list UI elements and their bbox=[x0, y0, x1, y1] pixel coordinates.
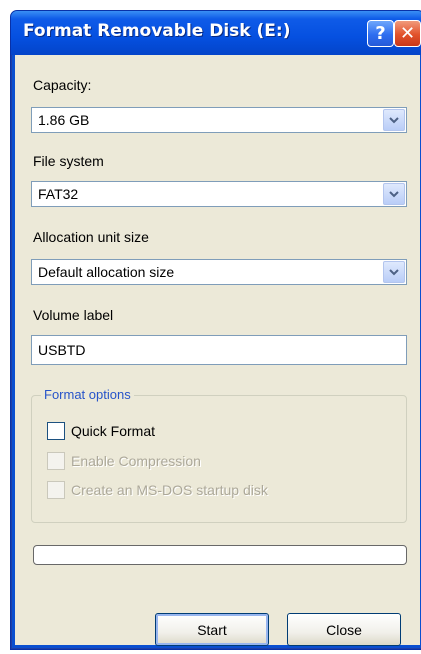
progress-bar bbox=[33, 545, 407, 565]
close-icon: ✕ bbox=[399, 23, 416, 44]
msdos-startup-label: Create an MS-DOS startup disk bbox=[71, 482, 268, 498]
start-button[interactable]: Start bbox=[155, 613, 269, 646]
capacity-value: 1.86 GB bbox=[38, 112, 90, 128]
close-button[interactable]: Close bbox=[287, 613, 401, 646]
chevron-down-icon[interactable] bbox=[383, 183, 405, 205]
window-title: Format Removable Disk (E:) bbox=[23, 21, 291, 41]
title-close-button[interactable]: ✕ bbox=[394, 20, 421, 47]
file-system-dropdown[interactable]: FAT32 bbox=[31, 181, 407, 207]
enable-compression-label: Enable Compression bbox=[71, 453, 201, 469]
msdos-startup-checkbox bbox=[47, 481, 65, 499]
quick-format-checkbox[interactable] bbox=[47, 422, 65, 440]
volume-label-value: USBTD bbox=[38, 342, 86, 358]
allocation-value: Default allocation size bbox=[38, 264, 175, 280]
allocation-dropdown[interactable]: Default allocation size bbox=[31, 259, 407, 285]
format-dialog: Format Removable Disk (E:) ? ✕ Capacity:… bbox=[10, 10, 421, 650]
file-system-label: File system bbox=[33, 153, 104, 169]
capacity-dropdown[interactable]: 1.86 GB bbox=[31, 107, 407, 133]
file-system-value: FAT32 bbox=[38, 186, 79, 202]
allocation-label: Allocation unit size bbox=[33, 229, 149, 245]
dialog-body: Capacity: 1.86 GB File system FAT32 Allo… bbox=[15, 55, 420, 646]
chevron-down-icon[interactable] bbox=[383, 109, 405, 131]
format-options-legend: Format options bbox=[41, 387, 134, 402]
enable-compression-checkbox bbox=[47, 452, 65, 470]
capacity-label: Capacity: bbox=[33, 77, 92, 93]
title-bar[interactable]: Format Removable Disk (E:) ? ✕ bbox=[11, 11, 421, 55]
help-icon: ? bbox=[375, 23, 386, 44]
volume-label-caption: Volume label bbox=[33, 307, 114, 323]
quick-format-label[interactable]: Quick Format bbox=[71, 423, 155, 439]
help-button[interactable]: ? bbox=[367, 20, 394, 47]
chevron-down-icon[interactable] bbox=[383, 261, 405, 283]
volume-label-input[interactable]: USBTD bbox=[31, 335, 407, 365]
